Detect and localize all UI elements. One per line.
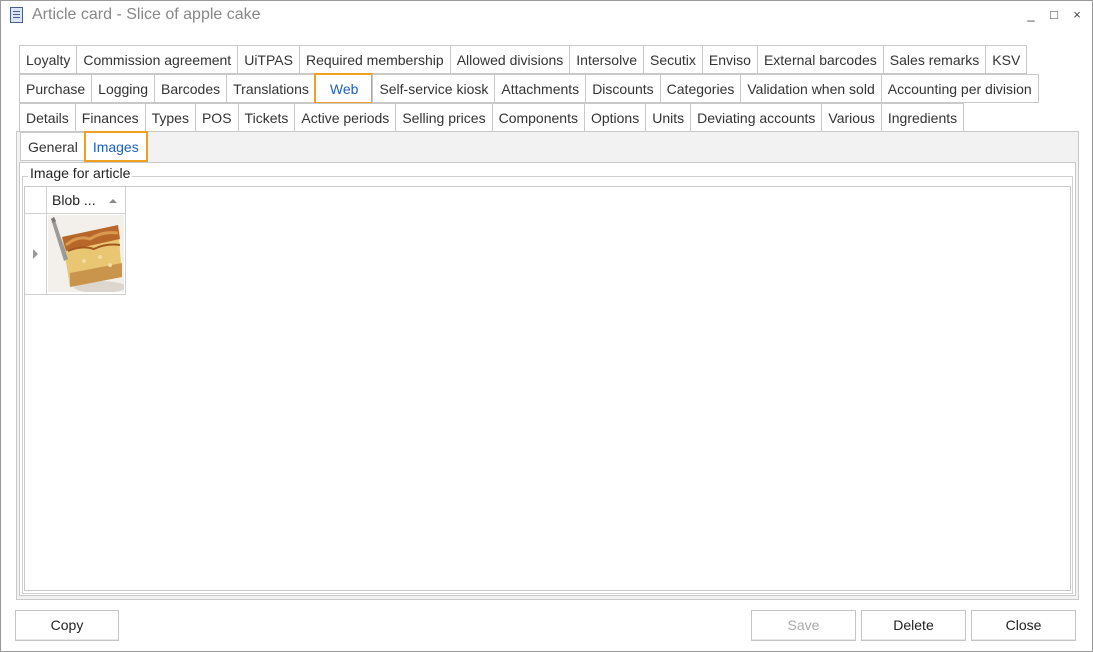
grid-corner: [25, 187, 47, 214]
minimize-button[interactable]: _: [1022, 6, 1040, 24]
tab-purchase[interactable]: Purchase: [19, 74, 92, 103]
tab-tickets[interactable]: Tickets: [237, 103, 295, 132]
tab-units[interactable]: Units: [645, 103, 691, 132]
column-header-label: Blob ...: [52, 192, 96, 208]
group-label: Image for article: [28, 165, 133, 181]
image-grid[interactable]: Blob ...: [24, 186, 1071, 591]
tab-various[interactable]: Various: [821, 103, 881, 132]
save-button[interactable]: Save: [751, 610, 856, 641]
subtab-general[interactable]: General: [20, 132, 85, 161]
tab-validation-when-sold[interactable]: Validation when sold: [740, 74, 881, 103]
column-header-blob[interactable]: Blob ...: [47, 187, 126, 214]
subtab-row: General Images: [20, 131, 148, 162]
tab-discounts[interactable]: Discounts: [585, 74, 660, 103]
article-card-window: Article card - Slice of apple cake _ □ ×…: [0, 0, 1093, 652]
sort-ascending-icon: [109, 199, 117, 203]
tab-ingredients[interactable]: Ingredients: [880, 103, 965, 132]
tab-loyalty[interactable]: Loyalty: [19, 45, 77, 74]
tab-details[interactable]: Details: [19, 103, 75, 132]
close-button[interactable]: Close: [971, 610, 1076, 641]
tab-self-service-kiosk[interactable]: Self-service kiosk: [372, 74, 495, 103]
tab-translations[interactable]: Translations: [226, 74, 315, 103]
delete-button[interactable]: Delete: [861, 610, 966, 641]
tab-commission-agreement[interactable]: Commission agreement: [76, 45, 238, 74]
tab-secutix[interactable]: Secutix: [643, 45, 702, 74]
tab-intersolve[interactable]: Intersolve: [569, 45, 643, 74]
maximize-button[interactable]: □: [1045, 6, 1063, 24]
table-row[interactable]: [47, 214, 126, 295]
close-window-button[interactable]: ×: [1068, 6, 1086, 24]
tab-barcodes[interactable]: Barcodes: [153, 74, 227, 103]
tab-row-1: Loyalty Commission agreement UiTPAS Requ…: [19, 45, 1028, 74]
document-list-icon: [10, 7, 23, 23]
tab-enviso[interactable]: Enviso: [701, 45, 757, 74]
tab-finances[interactable]: Finances: [74, 103, 145, 132]
tab-types[interactable]: Types: [144, 103, 195, 132]
window-title: Article card - Slice of apple cake: [32, 6, 261, 23]
tab-row-2: Purchase Logging Barcodes Translations W…: [19, 73, 1039, 104]
tab-components[interactable]: Components: [491, 103, 584, 132]
copy-button[interactable]: Copy: [15, 610, 119, 641]
tab-attachments[interactable]: Attachments: [494, 74, 586, 103]
row-indicator[interactable]: [25, 214, 47, 295]
tab-active-periods[interactable]: Active periods: [294, 103, 396, 132]
tab-selling-prices[interactable]: Selling prices: [395, 103, 492, 132]
tab-pos[interactable]: POS: [194, 103, 238, 132]
tab-web[interactable]: Web: [313, 73, 374, 104]
tab-options[interactable]: Options: [583, 103, 646, 132]
tab-categories[interactable]: Categories: [659, 74, 741, 103]
tab-logging[interactable]: Logging: [91, 74, 154, 103]
tab-external-barcodes[interactable]: External barcodes: [756, 45, 883, 74]
tab-ksv[interactable]: KSV: [985, 45, 1028, 74]
apple-cake-image: [48, 215, 124, 292]
title-bar: Article card - Slice of apple cake _ □ ×: [1, 1, 1092, 31]
tab-accounting-per-division[interactable]: Accounting per division: [880, 74, 1039, 103]
tab-row-3: Details Finances Types POS Tickets Activ…: [19, 103, 965, 132]
tab-required-membership[interactable]: Required membership: [298, 45, 450, 74]
subtab-images[interactable]: Images: [83, 131, 148, 162]
row-pointer-icon: [33, 249, 38, 259]
tab-sales-remarks[interactable]: Sales remarks: [882, 45, 986, 74]
tab-deviating-accounts[interactable]: Deviating accounts: [690, 103, 822, 132]
tab-allowed-divisions[interactable]: Allowed divisions: [449, 45, 570, 74]
tab-uitpas[interactable]: UiTPAS: [237, 45, 299, 74]
